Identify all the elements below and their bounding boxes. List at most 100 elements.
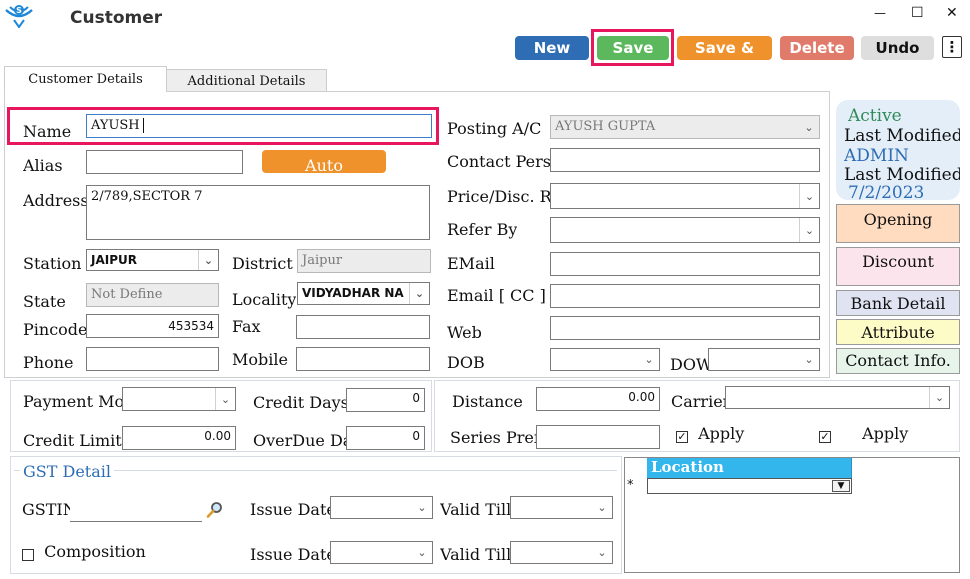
save-and-button[interactable]: Save & xyxy=(677,36,772,60)
chevron-down-icon[interactable]: ⌄ xyxy=(929,387,949,408)
chevron-down-icon[interactable]: ⌄ xyxy=(412,497,432,518)
phone-input[interactable] xyxy=(86,347,219,371)
locality-value: VIDYADHAR NA xyxy=(302,286,404,300)
email-input[interactable] xyxy=(550,252,820,276)
credit-limit-input[interactable]: 0.00 xyxy=(122,426,236,450)
name-input[interactable]: AYUSH xyxy=(86,114,432,138)
chevron-down-icon[interactable]: ⌄ xyxy=(799,184,819,208)
series-prefix-label: Series Prefix xyxy=(450,428,536,447)
close-icon[interactable]: ✕ xyxy=(946,5,958,21)
chevron-down-icon[interactable]: ⌄ xyxy=(592,542,612,563)
overdue-days-label: OverDue Days xyxy=(253,431,346,450)
location-new-row-cell[interactable]: ▼ xyxy=(647,478,852,494)
apply-checkbox-1[interactable]: ✓ Apply xyxy=(676,426,796,450)
chevron-down-icon[interactable]: ⌄ xyxy=(409,283,429,304)
payment-mode-select[interactable]: ⌄ xyxy=(122,387,236,411)
chevron-down-icon[interactable]: ⌄ xyxy=(215,388,235,410)
contact-person-input[interactable] xyxy=(550,148,820,172)
distance-input[interactable]: 0.00 xyxy=(536,387,660,411)
email-cc-label: Email [ CC ] xyxy=(447,286,546,305)
pincode-input[interactable]: 453534 xyxy=(86,314,219,338)
delete-button[interactable]: Delete xyxy=(780,36,854,60)
dow-select[interactable]: ⌄ xyxy=(708,348,820,371)
gst-detail-title: GST Detail xyxy=(20,462,114,481)
composition-label: Composition xyxy=(44,542,146,561)
refer-by-select[interactable]: ⌄ xyxy=(550,217,820,243)
composition-checkbox[interactable]: Composition xyxy=(22,542,222,568)
location-column-header[interactable]: Location xyxy=(647,458,852,478)
web-input[interactable] xyxy=(550,316,820,340)
address-input[interactable]: 2/789,SECTOR 7 xyxy=(86,185,430,240)
fax-input[interactable] xyxy=(296,315,430,339)
locality-select[interactable]: VIDYADHAR NA ⌄ xyxy=(297,282,430,305)
bank-detail-button[interactable]: Bank Detail xyxy=(836,290,960,316)
attribute-button[interactable]: Attribute xyxy=(836,319,960,345)
valid-till-2-select[interactable]: ⌄ xyxy=(510,541,613,564)
save-button[interactable]: Save xyxy=(597,36,669,60)
contact-person-label: Contact Person xyxy=(447,152,550,171)
opening-button[interactable]: Opening xyxy=(836,204,960,243)
alias-input[interactable] xyxy=(86,150,243,174)
posting-ac-value: AYUSH GUPTA xyxy=(555,119,656,134)
distance-label: Distance xyxy=(452,392,523,411)
apply-label-1: Apply xyxy=(698,426,745,443)
station-select[interactable]: JAIPUR ⌄ xyxy=(86,249,219,271)
credit-days-label: Credit Days xyxy=(253,393,346,412)
dob-label: DOB xyxy=(447,353,485,372)
checkbox-checked-icon[interactable]: ✓ xyxy=(819,430,831,443)
more-vertical-icon: ⋮ xyxy=(944,38,960,56)
credit-days-input[interactable]: 0 xyxy=(346,388,425,412)
gstin-input[interactable] xyxy=(70,498,202,522)
location-row-header-corner xyxy=(625,458,647,478)
discount-button[interactable]: Discount xyxy=(836,247,960,286)
location-grid[interactable]: Location * ▼ xyxy=(624,457,960,573)
status-box: Active Last Modified By ADMIN Last Modif… xyxy=(836,100,960,200)
svg-text:S: S xyxy=(16,6,22,15)
apply-checkbox-2[interactable]: ✓ Apply xyxy=(819,426,954,450)
checkbox-checked-icon[interactable]: ✓ xyxy=(676,430,688,443)
tab-customer-details[interactable]: Customer Details xyxy=(4,66,167,92)
state-label: State xyxy=(23,292,66,311)
checkbox-unchecked-icon[interactable] xyxy=(22,548,34,561)
email-cc-input[interactable] xyxy=(550,284,820,308)
address-label: Address xyxy=(23,191,86,210)
alias-label: Alias xyxy=(23,156,63,175)
fax-label: Fax xyxy=(232,317,261,336)
dropdown-arrow-icon[interactable]: ▼ xyxy=(832,480,850,492)
auto-button[interactable]: Auto xyxy=(262,150,386,175)
dob-select[interactable]: ⌄ xyxy=(550,348,660,371)
last-modified-by-label: Last Modified By xyxy=(844,126,960,146)
valid-till-1-select[interactable]: ⌄ xyxy=(510,496,613,519)
chevron-down-icon[interactable]: ⌄ xyxy=(799,218,819,242)
chevron-down-icon[interactable]: ⌄ xyxy=(639,349,659,370)
issue-date-1-select[interactable]: ⌄ xyxy=(330,496,433,519)
locality-label: Locality xyxy=(232,290,297,309)
undo-button[interactable]: Undo xyxy=(861,36,934,60)
pincode-label: Pincode xyxy=(23,320,88,339)
minimize-icon[interactable]: — xyxy=(874,6,886,20)
name-value: AYUSH xyxy=(91,118,140,133)
overdue-days-input[interactable]: 0 xyxy=(346,426,425,450)
state-input: Not Define xyxy=(86,283,219,307)
tab-additional-details[interactable]: Additional Details xyxy=(166,69,327,92)
last-modified-by-value: ADMIN xyxy=(844,146,909,166)
series-prefix-input[interactable] xyxy=(536,425,660,449)
email-label: EMail xyxy=(447,254,495,273)
price-disc-ref-select[interactable]: ⌄ xyxy=(550,183,820,209)
mobile-input[interactable] xyxy=(296,347,430,371)
more-options-button[interactable]: ⋮ xyxy=(942,36,962,58)
contact-info-button[interactable]: Contact Info. xyxy=(836,348,960,374)
search-icon[interactable] xyxy=(205,500,225,520)
app-logo-icon: S xyxy=(4,2,34,29)
chevron-down-icon[interactable]: ⌄ xyxy=(799,349,819,370)
maximize-icon[interactable]: ☐ xyxy=(911,5,924,21)
carrier-label: Carrier xyxy=(671,392,725,411)
chevron-down-icon[interactable]: ⌄ xyxy=(412,542,432,563)
carrier-select[interactable]: ⌄ xyxy=(725,386,950,409)
chevron-down-icon[interactable]: ⌄ xyxy=(198,250,218,270)
web-label: Web xyxy=(447,323,482,342)
payment-mode-label: Payment Mode xyxy=(23,392,122,411)
chevron-down-icon[interactable]: ⌄ xyxy=(592,497,612,518)
new-button[interactable]: New xyxy=(515,36,589,60)
issue-date-2-select[interactable]: ⌄ xyxy=(330,541,433,564)
